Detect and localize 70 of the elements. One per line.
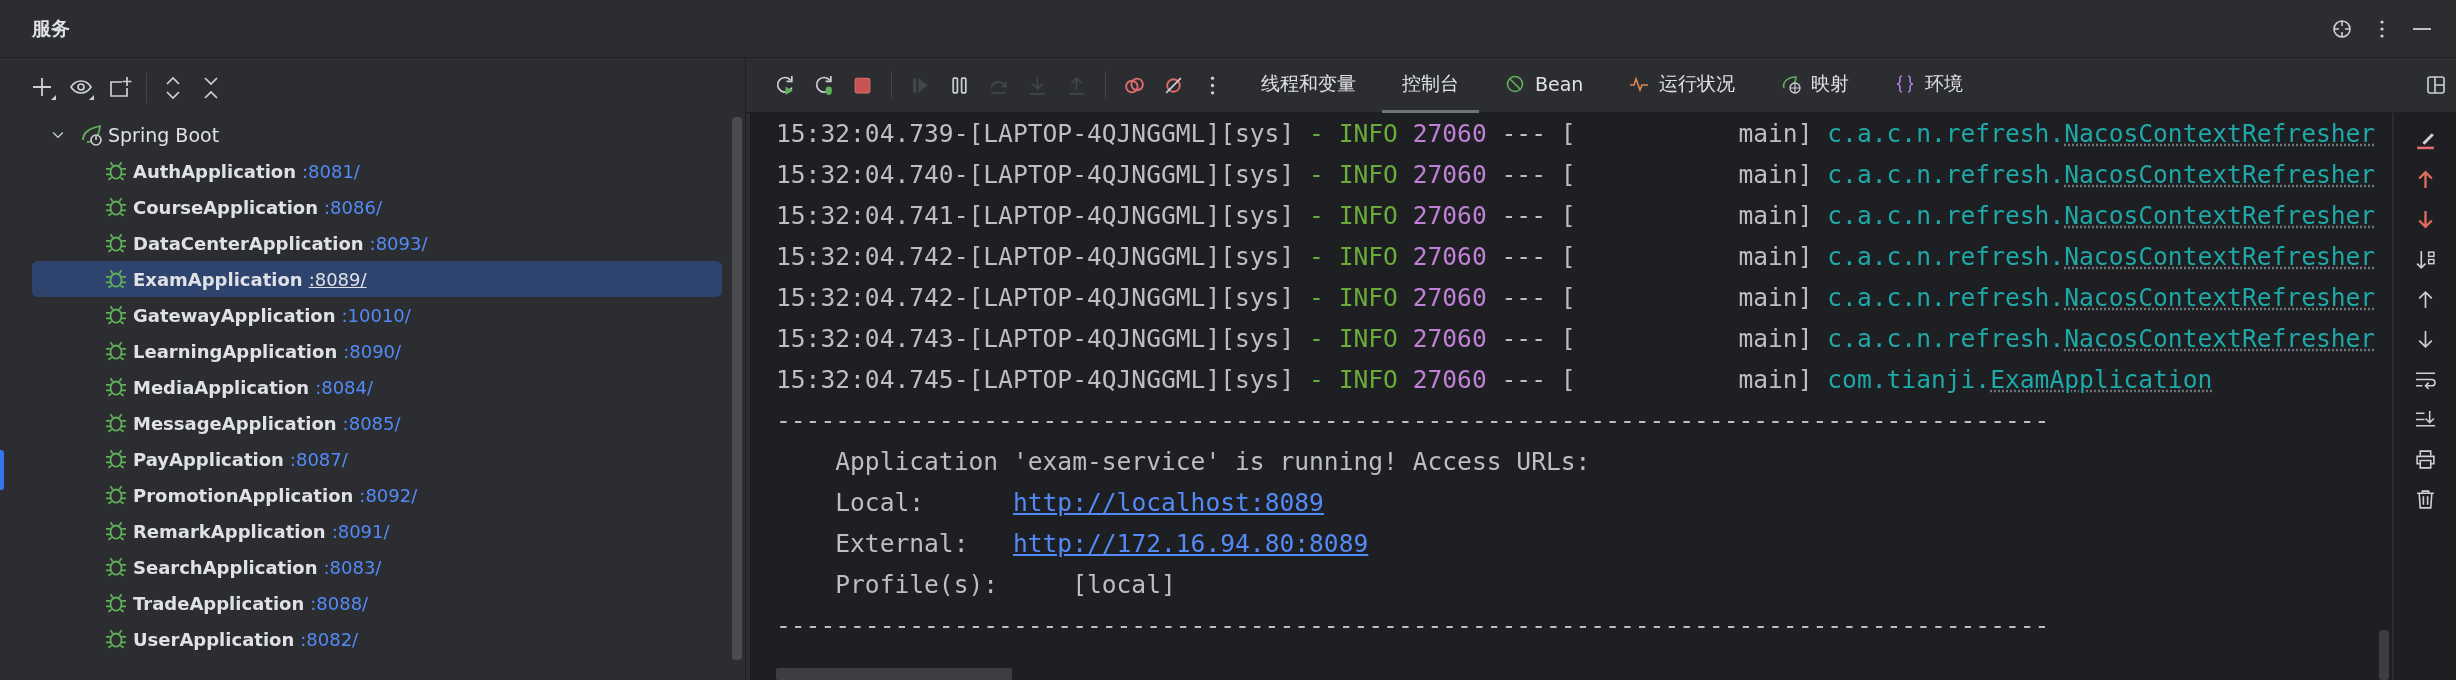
bug-icon (105, 592, 127, 614)
spring-boot-icon (80, 123, 104, 147)
tree-node[interactable]: Spring Boot (32, 117, 732, 153)
console-line: 15:32:04.739-[LAPTOP-4QJNGGML][sys] - INFO 27060 --- [ main] c.a.c.n.refresh.NacosContextRefresher (776, 118, 2377, 150)
console-line: Profile(s): [local] (834, 569, 1177, 601)
rerun-icon[interactable] (774, 74, 795, 96)
crosshair-icon[interactable] (2332, 18, 2352, 39)
globe-leaf-icon (1781, 73, 1802, 94)
tree-item[interactable]: TradeApplication :8088/ (32, 585, 722, 621)
bug-icon (105, 160, 127, 182)
tree-item[interactable]: PayApplication :8087/ (32, 441, 722, 477)
tree-item[interactable]: AuthApplication :8081/ (32, 153, 722, 189)
tree-item[interactable]: ExamApplication :8089/ (32, 261, 722, 297)
tab[interactable]: 环境 (1875, 57, 1984, 113)
bean-icon (1505, 73, 1525, 94)
console-line: External: http://172.16.94.80:8089 (834, 528, 1370, 560)
tab[interactable]: 映射 (1761, 57, 1870, 113)
console-line: -------------------------------------------------------------------------------------- (776, 610, 2051, 642)
scroll-to-end-icon[interactable] (2414, 409, 2436, 430)
bug-icon (105, 268, 127, 290)
tree-item[interactable]: LearningApplication :8090/ (32, 333, 722, 369)
soft-wrap-icon[interactable] (2414, 369, 2436, 390)
tree-item[interactable]: SearchApplication :8083/ (32, 549, 722, 585)
braces-icon (1895, 73, 1916, 94)
panel-title: 服务 (32, 15, 70, 41)
tree-item[interactable]: RemarkApplication :8091/ (32, 513, 722, 549)
bug-icon (105, 448, 127, 470)
link[interactable]: http://localhost:8089 (1012, 488, 1324, 517)
tab[interactable]: Bean (1485, 57, 1604, 113)
tree-item[interactable]: CourseApplication :8086/ (32, 189, 722, 225)
bug-icon (105, 304, 127, 326)
tab[interactable]: 线程和变量 (1241, 57, 1376, 113)
tree-item[interactable]: PromotionApplication :8092/ (32, 477, 722, 513)
bug-icon (105, 628, 127, 650)
trash-icon[interactable] (2414, 489, 2436, 510)
console-line: 15:32:04.742-[LAPTOP-4QJNGGML][sys] - INFO 27060 --- [ main] c.a.c.n.refresh.NacosContextRefresher (776, 282, 2377, 314)
bug-icon (105, 196, 127, 218)
bug-icon (105, 340, 127, 362)
console-line: 15:32:04.741-[LAPTOP-4QJNGGML][sys] - INFO 27060 --- [ main] c.a.c.n.refresh.NacosContextRefresher (776, 200, 2377, 232)
tree-item[interactable]: GatewayApplication :10010/ (32, 297, 722, 333)
console-line: Local: http://localhost:8089 (834, 487, 1325, 519)
tree-item[interactable]: UserApplication :8082/ (32, 621, 722, 657)
console-line: 15:32:04.740-[LAPTOP-4QJNGGML][sys] - INFO 27060 --- [ main] c.a.c.n.refresh.NacosContextRefresher (776, 159, 2377, 191)
scrollbar-thumb[interactable] (732, 117, 742, 660)
bug-icon (105, 484, 127, 506)
bug-icon (105, 376, 127, 398)
layout-icon[interactable] (2426, 75, 2446, 95)
add-icon[interactable] (32, 75, 56, 100)
console-line: 15:32:04.745-[LAPTOP-4QJNGGML][sys] - INFO 27060 --- [ main] com.tianji.ExamApplication (776, 364, 2214, 396)
bug-icon (105, 412, 127, 434)
link[interactable]: http://172.16.94.80:8089 (1012, 529, 1369, 558)
pause-icon[interactable] (949, 74, 970, 96)
console-line: -------------------------------------------------------------------------------------- (776, 405, 2051, 437)
side-tab-indicator (0, 450, 4, 490)
scrollbar-thumb[interactable] (776, 668, 1012, 680)
tree-item[interactable]: DataCenterApplication :8093/ (32, 225, 722, 261)
tree-item[interactable]: MediaApplication :8084/ (32, 369, 722, 405)
scrollbar-thumb[interactable] (2379, 630, 2389, 680)
rerun-debug-icon[interactable] (813, 74, 834, 96)
console-line: 15:32:04.743-[LAPTOP-4QJNGGML][sys] - INFO 27060 --- [ main] c.a.c.n.refresh.NacosContextRefresher (776, 323, 2377, 355)
bug-icon (105, 520, 127, 542)
bug-icon (105, 232, 127, 254)
bug-icon (105, 556, 127, 578)
tab[interactable]: 运行状况 (1609, 57, 1756, 113)
tree-item[interactable]: MessageApplication :8085/ (32, 405, 722, 441)
console-line: 15:32:04.742-[LAPTOP-4QJNGGML][sys] - INFO 27060 --- [ main] c.a.c.n.refresh.NacosContextRefresher (776, 241, 2377, 273)
console-line: Application 'exam-service' is running! Access URLs: (834, 446, 1592, 478)
sort-down-icon[interactable] (2414, 249, 2436, 270)
print-icon[interactable] (2414, 449, 2436, 470)
new-tab-icon[interactable] (108, 75, 132, 100)
